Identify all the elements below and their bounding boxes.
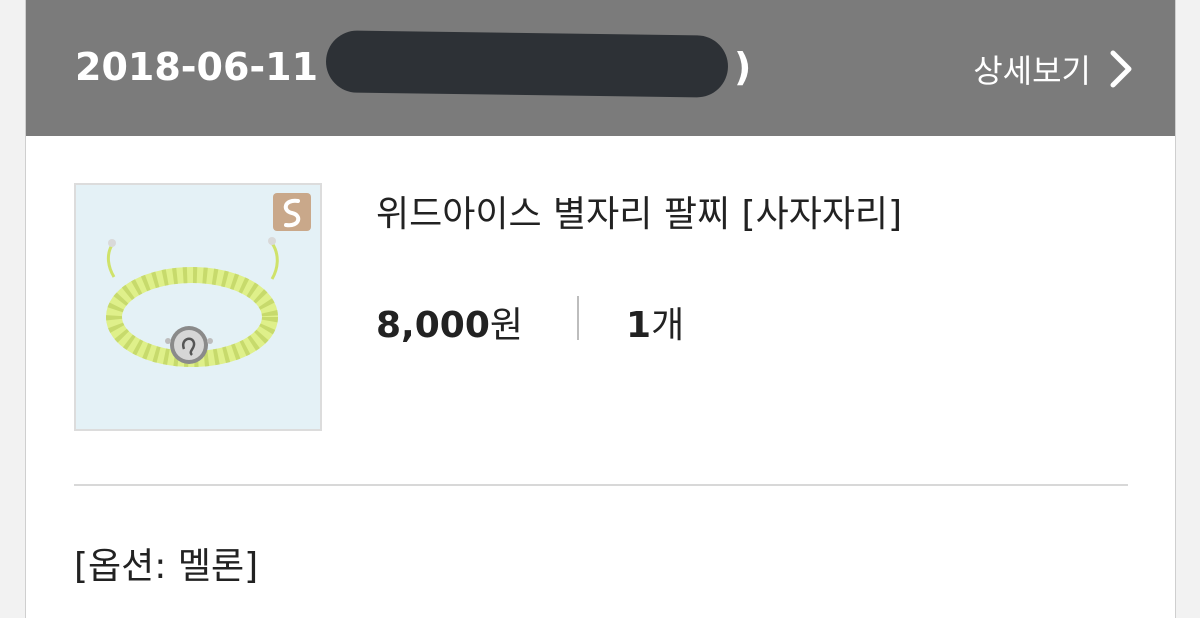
price-unit: 원	[489, 305, 523, 346]
section-divider	[74, 484, 1128, 486]
view-details-label: 상세보기	[973, 52, 1091, 90]
product-price: 8,000원	[376, 300, 523, 352]
view-details-link[interactable]: 상세보기	[973, 44, 1133, 94]
quantity-number: 1	[626, 305, 652, 346]
product-option: [옵션: 멜론]	[74, 546, 259, 587]
redacted-order-number	[325, 30, 729, 98]
chevron-right-icon	[1110, 50, 1132, 88]
order-number-paren-close: )	[734, 45, 752, 89]
price-quantity-divider	[577, 296, 579, 340]
order-card: 2018-06-11 ( ) 상세보기	[25, 0, 1176, 618]
price-amount: 8,000	[376, 305, 490, 346]
bracelet-image	[76, 185, 320, 429]
product-name[interactable]: 위드아이스 별자리 팔찌 [사자자리]	[376, 190, 902, 240]
quantity-unit: 개	[651, 305, 685, 346]
product-quantity: 1개	[626, 300, 684, 352]
product-thumbnail[interactable]	[74, 183, 322, 431]
brand-badge-icon	[273, 193, 311, 231]
order-header: 2018-06-11 ( ) 상세보기	[26, 0, 1175, 136]
order-date: 2018-06-11	[75, 45, 319, 89]
